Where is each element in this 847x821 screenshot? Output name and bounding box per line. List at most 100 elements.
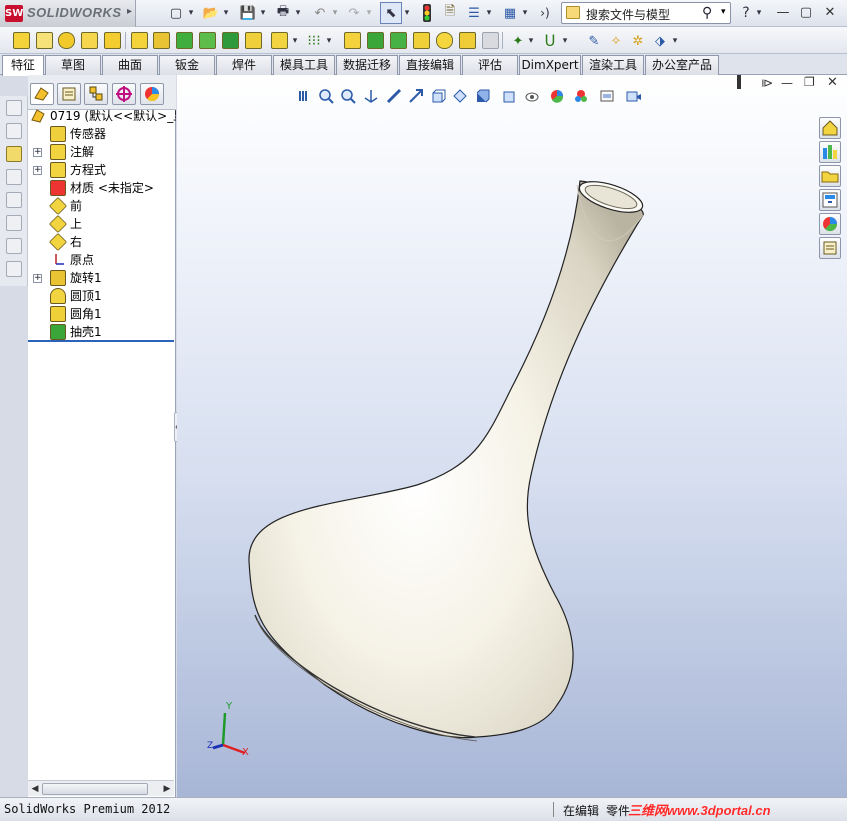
new-dropdown-icon[interactable]: ▾ xyxy=(186,3,196,23)
tree-item[interactable]: 上 xyxy=(28,215,176,233)
help-button[interactable]: ? xyxy=(738,3,754,23)
scroll-right-icon[interactable]: ▶ xyxy=(160,782,174,796)
maximize-icon[interactable]: ▢ xyxy=(797,4,815,22)
reference-geometry-icon[interactable]: ✦ xyxy=(508,31,528,51)
rib-icon[interactable] xyxy=(344,32,361,49)
pattern-dropdown-icon[interactable]: ▾ xyxy=(324,31,334,51)
help-dropdown-icon[interactable]: ▾ xyxy=(754,3,764,23)
lofted-cut-icon[interactable] xyxy=(222,32,239,49)
curves-dropdown-icon[interactable]: ▾ xyxy=(560,31,570,51)
grid-view-icon[interactable]: ▦ xyxy=(500,3,520,23)
tab-5[interactable]: 模具工具 xyxy=(273,55,335,75)
dome-icon[interactable] xyxy=(436,32,453,49)
open-folder-icon[interactable]: 📂 xyxy=(201,3,221,23)
close-icon[interactable]: ✕ xyxy=(821,4,839,22)
more-chevron-icon[interactable]: ›) xyxy=(537,3,553,23)
fillet-dropdown-icon[interactable]: ▾ xyxy=(290,31,300,51)
print-dropdown-icon[interactable]: ▾ xyxy=(293,3,303,23)
expand-plus-icon[interactable]: + xyxy=(33,166,42,175)
tree-item[interactable]: + 注解 xyxy=(28,143,176,161)
solidworks-logo[interactable]: SW SOLIDWORKS ▸ xyxy=(0,0,136,27)
redo-dropdown-icon[interactable]: ▾ xyxy=(364,3,374,23)
search-box[interactable]: 搜索文件与模型 ⚲ ▾ xyxy=(561,2,731,24)
rebuild-traffic-light-icon[interactable] xyxy=(418,3,436,23)
mirror-icon[interactable] xyxy=(482,32,499,49)
tree-item[interactable]: 材质 <未指定> xyxy=(28,179,176,197)
tab-9[interactable]: DimXpert xyxy=(519,55,581,75)
property-manager-tab-icon[interactable] xyxy=(57,83,81,105)
panel-horizontal-scrollbar[interactable]: ◀ ▶ xyxy=(28,780,174,796)
view-palette-icon[interactable] xyxy=(819,189,841,211)
redo-icon[interactable]: ↷ xyxy=(344,3,364,23)
select-cursor-icon[interactable]: ⬉ xyxy=(380,2,402,24)
solidworks-resources-icon[interactable] xyxy=(819,117,841,139)
sketch-icon[interactable] xyxy=(6,146,22,162)
hole-wizard-icon[interactable] xyxy=(153,32,170,49)
tab-3[interactable]: 钣金 xyxy=(159,55,215,75)
tag-icon[interactable]: ⬗ xyxy=(650,31,670,51)
freeform-icon[interactable]: ✧ xyxy=(606,31,626,51)
tree-item[interactable]: 传感器 xyxy=(28,125,176,143)
intersect-icon[interactable] xyxy=(459,32,476,49)
vase-model[interactable] xyxy=(177,75,847,797)
tree-item[interactable]: 抽壳1 xyxy=(28,323,176,341)
configuration-manager-tab-icon[interactable] xyxy=(84,83,108,105)
swept-cut-icon[interactable] xyxy=(199,32,216,49)
wrap-icon[interactable] xyxy=(413,32,430,49)
smart-dimension-icon[interactable] xyxy=(6,100,22,116)
options-icon[interactable]: ☰ xyxy=(464,3,484,23)
save-dropdown-icon[interactable]: ▾ xyxy=(258,3,268,23)
select-dropdown-icon[interactable]: ▾ xyxy=(402,3,412,23)
tree-item[interactable]: + 旋转1 xyxy=(28,269,176,287)
revolved-boss-icon[interactable] xyxy=(36,32,53,49)
balloon-icon[interactable] xyxy=(6,169,22,185)
custom-properties-icon[interactable] xyxy=(819,237,841,259)
feature-manager-tab-icon[interactable] xyxy=(30,83,54,105)
extruded-cut-icon[interactable] xyxy=(131,32,148,49)
surface-finish-icon[interactable] xyxy=(6,192,22,208)
curves-icon[interactable]: ᑌ xyxy=(540,31,560,51)
expand-plus-icon[interactable]: + xyxy=(33,274,42,283)
tab-2[interactable]: 曲面 xyxy=(102,55,158,75)
new-document-icon[interactable]: ▢ xyxy=(166,3,186,23)
weld-symbol-icon[interactable] xyxy=(6,215,22,231)
tab-6[interactable]: 数据迁移 xyxy=(336,55,398,75)
reference-dropdown-icon[interactable]: ▾ xyxy=(526,31,536,51)
swept-boss-icon[interactable] xyxy=(58,32,75,49)
tree-item[interactable]: 原点 xyxy=(28,251,176,269)
tab-0[interactable]: 特征 xyxy=(2,55,44,76)
tree-item[interactable]: 右 xyxy=(28,233,176,251)
file-properties-icon[interactable]: 🗎 xyxy=(440,3,460,23)
rollback-bar[interactable] xyxy=(28,340,174,342)
draft-icon[interactable] xyxy=(367,32,384,49)
shell-icon[interactable] xyxy=(390,32,407,49)
dimxpert-manager-tab-icon[interactable] xyxy=(112,83,136,105)
appearances-scenes-icon[interactable] xyxy=(819,213,841,235)
tab-7[interactable]: 直接编辑 xyxy=(399,55,461,75)
geometric-tolerance-icon[interactable] xyxy=(6,261,22,277)
scroll-thumb[interactable] xyxy=(42,783,148,795)
tree-root-part[interactable]: 0719 (默认<<默认>_显 xyxy=(28,107,176,125)
tab-8[interactable]: 评估 xyxy=(462,55,518,75)
graphics-area[interactable]: ⧐ — ❐ ✕ Y X Z xyxy=(177,75,847,797)
tree-item[interactable]: 前 xyxy=(28,197,176,215)
search-dropdown-icon[interactable]: ▾ xyxy=(721,7,726,17)
search-icon[interactable]: ⚲ xyxy=(702,5,712,21)
print-icon[interactable]: 🖶 xyxy=(273,3,293,23)
tab-4[interactable]: 焊件 xyxy=(216,55,272,75)
linear-pattern-icon[interactable]: ⁝⁝⁝ xyxy=(304,31,324,51)
tag-dropdown-icon[interactable]: ▾ xyxy=(670,31,680,51)
lofted-boss-icon[interactable] xyxy=(81,32,98,49)
scroll-left-icon[interactable]: ◀ xyxy=(28,782,42,796)
undo-icon[interactable]: ↶ xyxy=(310,3,330,23)
grid-dropdown-icon[interactable]: ▾ xyxy=(520,3,530,23)
datum-icon[interactable] xyxy=(6,238,22,254)
tree-item[interactable]: 圆顶1 xyxy=(28,287,176,305)
tree-item[interactable]: + 方程式 xyxy=(28,161,176,179)
expand-plus-icon[interactable]: + xyxy=(33,148,42,157)
extruded-boss-icon[interactable] xyxy=(13,32,30,49)
flex-icon[interactable]: ✲ xyxy=(628,31,648,51)
save-icon[interactable]: 💾 xyxy=(238,3,258,23)
open-dropdown-icon[interactable]: ▾ xyxy=(221,3,231,23)
instant3d-icon[interactable]: ✎ xyxy=(584,31,604,51)
